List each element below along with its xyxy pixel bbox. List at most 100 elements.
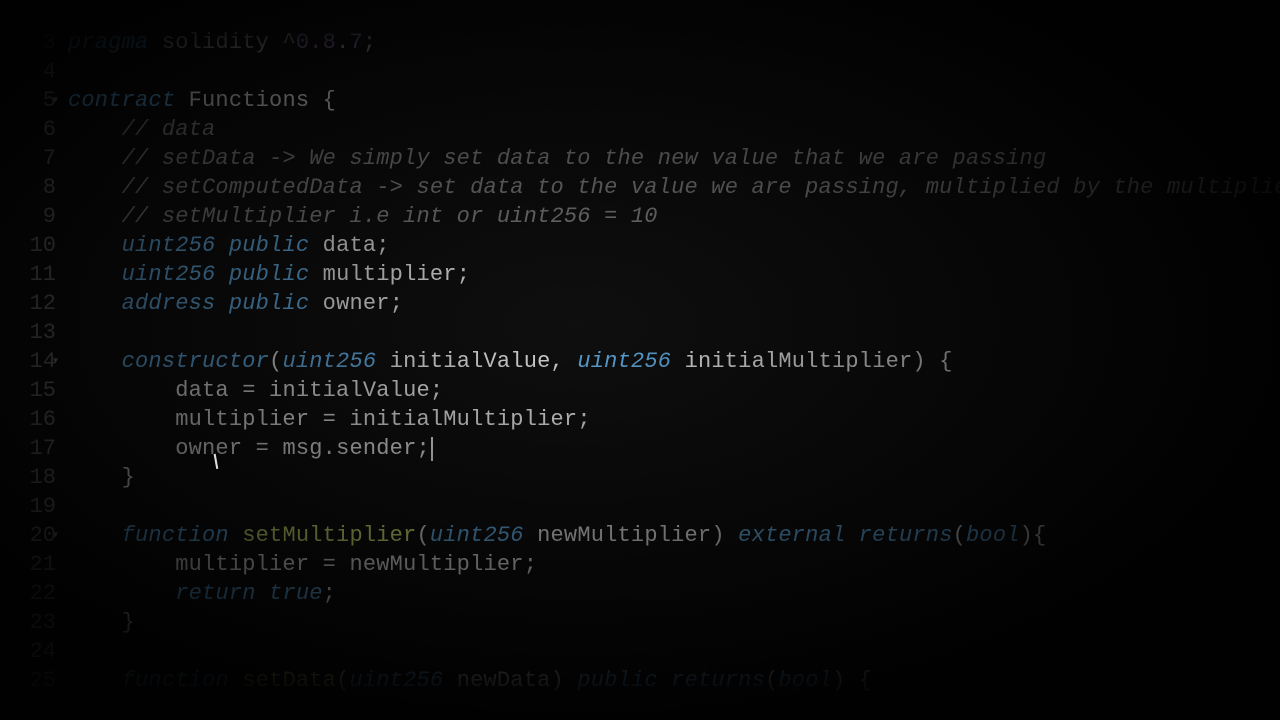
code-line[interactable]: multiplier = initialMultiplier; <box>68 405 1280 434</box>
token-fn: setMultiplier <box>242 523 416 548</box>
token-ident: initialValue <box>269 378 430 403</box>
token-type: bool <box>778 668 832 693</box>
token-kw: returns <box>671 668 765 693</box>
code-line[interactable] <box>68 318 1280 347</box>
token-ident: Functions <box>189 88 310 113</box>
token-op <box>229 523 242 548</box>
code-line[interactable]: owner = msg.sender; <box>68 434 1280 463</box>
token-op <box>845 668 858 693</box>
code-line[interactable]: constructor(uint256 initialValue, uint25… <box>68 347 1280 376</box>
token-op <box>68 146 122 171</box>
code-area[interactable]: pragma solidity ^0.8.7; contract Function… <box>68 28 1280 720</box>
token-op <box>68 436 175 461</box>
code-line[interactable] <box>68 492 1280 521</box>
token-op <box>68 668 122 693</box>
token-ident: newData <box>457 668 551 693</box>
code-line[interactable]: data = initialValue; <box>68 376 1280 405</box>
token-mod: public <box>577 668 657 693</box>
token-op <box>68 175 122 200</box>
token-op: = <box>229 378 269 403</box>
token-punc: ) <box>711 523 724 548</box>
token-ident: initialValue <box>390 349 551 374</box>
token-ident: data <box>323 233 377 258</box>
token-punc: ( <box>953 523 966 548</box>
code-line[interactable]: } <box>68 608 1280 637</box>
token-ident: initialMultiplier <box>349 407 577 432</box>
code-line[interactable]: // setData -> We simply set data to the … <box>68 144 1280 173</box>
code-line[interactable] <box>68 637 1280 666</box>
line-number: 11 <box>0 260 56 289</box>
token-punc: ; <box>430 378 443 403</box>
fold-marker-icon[interactable]: ▾ <box>53 521 58 550</box>
code-line[interactable]: uint256 public multiplier; <box>68 260 1280 289</box>
line-number: 16 <box>0 405 56 434</box>
token-comment: // setMultiplier i.e int or uint256 = 10 <box>122 204 658 229</box>
token-type: uint256 <box>577 349 671 374</box>
token-op <box>68 523 122 548</box>
token-punc: ) <box>832 668 845 693</box>
token-op <box>309 88 322 113</box>
code-line[interactable] <box>68 57 1280 86</box>
token-op <box>309 262 322 287</box>
fold-marker-icon[interactable]: ▾ <box>53 347 58 376</box>
token-punc: ; <box>363 30 376 55</box>
token-punc: { <box>323 88 336 113</box>
code-line[interactable]: // setComputedData -> set data to the va… <box>68 173 1280 202</box>
token-op <box>309 233 322 258</box>
code-line[interactable]: address public owner; <box>68 289 1280 318</box>
code-line[interactable]: contract Functions { <box>68 86 1280 115</box>
token-kw: pragma <box>68 30 148 55</box>
line-number: 14▾ <box>0 347 56 376</box>
token-op <box>68 262 122 287</box>
token-ident: owner <box>323 291 390 316</box>
token-mod: public <box>229 291 309 316</box>
code-line[interactable]: multiplier = newMultiplier; <box>68 550 1280 579</box>
token-comment: // data <box>122 117 216 142</box>
line-number: 23 <box>0 608 56 637</box>
token-op <box>175 88 188 113</box>
line-number: 21 <box>0 550 56 579</box>
code-line[interactable]: function setData(uint256 newData) public… <box>68 666 1280 695</box>
token-type: address <box>122 291 216 316</box>
code-line[interactable]: uint256 public data; <box>68 231 1280 260</box>
code-editor[interactable]: 345▾67891011121314▾151617181920▾21222324… <box>0 0 1280 720</box>
code-line[interactable]: // data <box>68 115 1280 144</box>
token-ident: initialMultiplier <box>685 349 913 374</box>
token-op <box>671 349 684 374</box>
code-line[interactable]: // setMultiplier i.e int or uint256 = 10 <box>68 202 1280 231</box>
line-number: 3 <box>0 28 56 57</box>
code-line[interactable]: function setMultiplier(uint256 newMultip… <box>68 521 1280 550</box>
line-number: 19 <box>0 492 56 521</box>
code-line[interactable]: pragma solidity ^0.8.7; <box>68 28 1280 57</box>
token-op <box>68 610 122 635</box>
token-punc: ; <box>323 581 336 606</box>
token-op <box>215 262 228 287</box>
line-number: 12 <box>0 289 56 318</box>
line-number: 8 <box>0 173 56 202</box>
token-num: 7 <box>349 30 362 55</box>
line-number: 7 <box>0 144 56 173</box>
token-type: uint256 <box>122 262 216 287</box>
token-ident: sender <box>336 436 416 461</box>
code-line[interactable]: } <box>68 463 1280 492</box>
token-op: . <box>323 436 336 461</box>
token-op <box>229 668 242 693</box>
token-punc: ) <box>551 668 564 693</box>
fold-marker-icon[interactable]: ▾ <box>53 86 58 115</box>
line-number: 6 <box>0 115 56 144</box>
token-kw: returns <box>859 523 953 548</box>
token-op: = <box>242 436 282 461</box>
token-op <box>148 30 161 55</box>
token-ident: newMultiplier <box>537 523 711 548</box>
line-number: 9 <box>0 202 56 231</box>
token-op <box>68 407 175 432</box>
token-op <box>524 523 537 548</box>
token-comment: // setData -> We simply set data to the … <box>122 146 1047 171</box>
token-op <box>443 668 456 693</box>
code-line[interactable]: return true; <box>68 579 1280 608</box>
token-op <box>68 552 175 577</box>
token-op <box>68 291 122 316</box>
token-punc: ) <box>912 349 925 374</box>
token-type: bool <box>966 523 1020 548</box>
token-punc: ( <box>336 668 349 693</box>
